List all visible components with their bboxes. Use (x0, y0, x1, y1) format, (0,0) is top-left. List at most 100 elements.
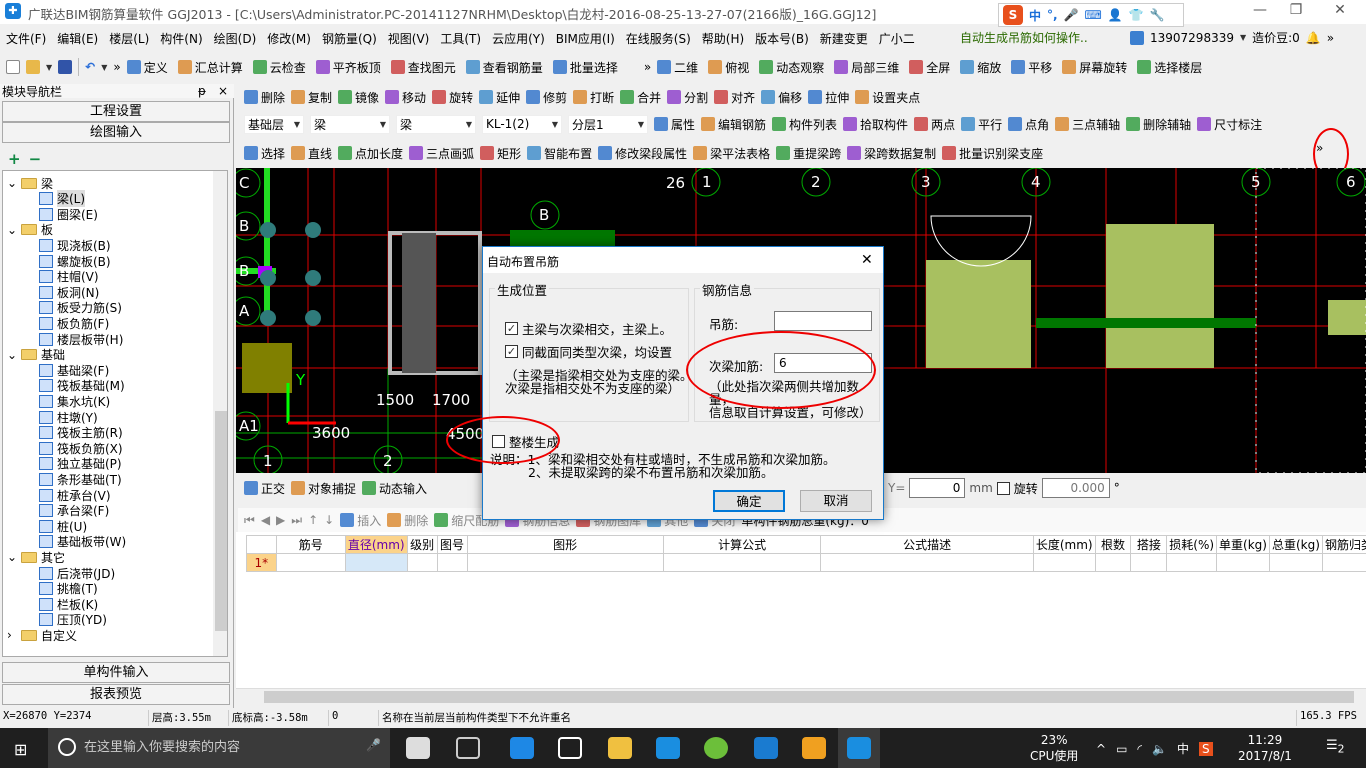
account-number[interactable]: 13907298339 (1150, 31, 1234, 45)
chevron-icon[interactable]: ⌄ (7, 176, 17, 190)
table-cell[interactable] (1166, 553, 1218, 572)
component-button-2[interactable]: 构件列表 (772, 116, 837, 133)
horizontal-scrollbar[interactable] (236, 688, 1366, 704)
app-icon[interactable] (406, 737, 430, 759)
column-header[interactable]: 公式描述 (820, 535, 1034, 554)
tree-item[interactable]: 圈梁(E) (39, 206, 98, 222)
notification-icon[interactable]: ☰2 (1326, 738, 1345, 756)
toolbar1-left-button-2[interactable]: 云检查 (252, 59, 306, 76)
table-cell[interactable] (1216, 553, 1270, 572)
save-icon[interactable] (58, 60, 73, 74)
store-icon[interactable] (558, 737, 582, 759)
overflow-chevron[interactable]: » (644, 60, 651, 74)
toolbar1-left-button-0[interactable]: 定义 (126, 59, 168, 76)
nav-arrow-icon[interactable]: ⏭ (291, 513, 302, 528)
tree-item[interactable]: ⌄ 基础 (7, 347, 65, 363)
tree-item[interactable]: 板洞(N) (39, 284, 99, 300)
tree-item[interactable]: ⌄ 板 (7, 222, 53, 238)
column-header[interactable] (246, 535, 277, 554)
edit-button-9[interactable]: 分割 (667, 89, 708, 106)
edit-button-2[interactable]: 镜像 (338, 89, 379, 106)
column-header[interactable]: 钢筋归类 (1321, 535, 1366, 554)
drawing-input-button[interactable]: 绘图输入 (2, 122, 230, 143)
menu-item-5[interactable]: 修改(M) (267, 30, 311, 47)
menu-item-9[interactable]: 云应用(Y) (492, 30, 545, 47)
layer-combo-4[interactable]: 分层1 ▼ (568, 114, 648, 134)
menu-item-12[interactable]: 帮助(H) (702, 30, 744, 47)
table-cell[interactable] (1321, 553, 1366, 572)
toolbar1-right-button-8[interactable]: 选择楼层 (1137, 59, 1202, 76)
tree-item[interactable]: › 自定义 (7, 627, 77, 643)
menu-item-1[interactable]: 编辑(E) (57, 30, 98, 47)
edit-button-12[interactable]: 拉伸 (808, 89, 849, 106)
tree-item[interactable]: 条形基础(T) (39, 471, 122, 487)
toolbar1-left-button-4[interactable]: 查找图元 (390, 59, 456, 76)
restore-button[interactable]: ❐ (1276, 2, 1316, 22)
toolbar1-right-button-7[interactable]: 屏幕旋转 (1062, 59, 1127, 76)
tree-item[interactable]: 栏板(K) (39, 596, 98, 612)
table-cell[interactable] (275, 553, 346, 572)
menu-item-0[interactable]: 文件(F) (6, 30, 46, 47)
overflow-chevron[interactable]: » (113, 60, 120, 74)
grid-button-0[interactable]: 插入 (340, 512, 381, 529)
draw-button-8[interactable]: 重提梁跨 (776, 145, 841, 162)
edit-button-6[interactable]: 修剪 (526, 89, 567, 106)
edge-icon[interactable] (510, 737, 534, 759)
shirt-icon[interactable]: 👕 (1129, 8, 1144, 22)
nav-arrow-icon[interactable]: ▶ (276, 513, 285, 527)
draw-button-7[interactable]: 梁平法表格 (693, 145, 770, 162)
component-button-6[interactable]: 点角 (1008, 116, 1049, 133)
app-icon[interactable] (802, 737, 826, 759)
collapse-all-icon[interactable]: − (29, 150, 42, 168)
tree-item[interactable]: 后浇带(JD) (39, 565, 115, 581)
column-header[interactable]: 搭接 (1130, 535, 1168, 554)
draw-button-6[interactable]: 修改梁段属性 (598, 145, 687, 162)
microphone-icon[interactable]: 🎤 (366, 738, 381, 752)
menu-item-11[interactable]: 在线服务(S) (626, 30, 691, 47)
help-hint-link[interactable]: 自动生成吊筋如何操作.. (960, 29, 1088, 46)
taskbar-search[interactable]: 在这里输入你要搜索的内容 (48, 728, 390, 768)
draw-button-4[interactable]: 矩形 (480, 145, 521, 162)
edit-button-13[interactable]: 设置夹点 (855, 89, 920, 106)
tree-item[interactable]: 柱帽(V) (39, 269, 99, 285)
tree-item[interactable]: 现浇板(B) (39, 237, 111, 253)
toolbar1-left-button-1[interactable]: 汇总计算 (177, 59, 243, 76)
toolbar1-right-button-6[interactable]: 平移 (1011, 59, 1052, 76)
column-header[interactable]: 直径(mm) (344, 535, 408, 554)
edit-button-10[interactable]: 对齐 (714, 89, 755, 106)
layer-combo-0[interactable]: 基础层 ▼ (244, 114, 304, 134)
menu-item-15[interactable]: 广小二 (879, 30, 915, 47)
report-preview-button[interactable]: 报表预览 (2, 684, 230, 705)
table-cell[interactable] (662, 553, 822, 572)
table-cell[interactable] (820, 553, 1034, 572)
menu-item-6[interactable]: 钢筋量(Q) (322, 30, 377, 47)
grid-button-1[interactable]: 删除 (387, 512, 428, 529)
toolbar1-right-button-0[interactable]: 二维 (657, 59, 698, 76)
tree-item[interactable]: 柱墩(Y) (39, 409, 98, 425)
tree-item[interactable]: 螺旋板(B) (39, 253, 111, 269)
chevron-icon[interactable]: ⌄ (7, 223, 17, 237)
toolbar1-left-button-3[interactable]: 平齐板顶 (315, 59, 381, 76)
toolbar1-right-button-3[interactable]: 局部三维 (834, 59, 899, 76)
wifi-icon[interactable]: ◜ (1137, 742, 1142, 756)
app-icon[interactable] (754, 737, 778, 759)
opt1-row[interactable]: ✓ 主梁与次梁相交，主梁上。 (505, 319, 672, 338)
rotate-input[interactable]: 0.000 (1041, 478, 1110, 498)
user-icon[interactable]: 👤 (1108, 8, 1123, 22)
draw-button-10[interactable]: 批量识别梁支座 (942, 145, 1043, 162)
open-folder-icon[interactable] (26, 60, 40, 74)
menu-item-3[interactable]: 构件(N) (160, 30, 202, 47)
hanger-input[interactable] (774, 311, 872, 331)
tray-chevron-icon[interactable]: ^ (1096, 742, 1106, 756)
table-cell[interactable] (1268, 553, 1323, 572)
close-panel-icon[interactable]: × (218, 84, 228, 98)
column-header[interactable]: 总重(kg) (1268, 535, 1323, 554)
menu-item-2[interactable]: 楼层(L) (109, 30, 149, 47)
table-cell[interactable]: 1* (246, 553, 277, 572)
tree-scrollbar[interactable] (213, 171, 227, 656)
layer-combo-3[interactable]: KL-1(2) ▼ (482, 114, 562, 134)
component-button-0[interactable]: 属性 (654, 116, 695, 133)
toolbar1-right-button-2[interactable]: 动态观察 (759, 59, 824, 76)
tree-item[interactable]: 筏板负筋(X) (39, 440, 123, 456)
cortana-icon[interactable] (58, 738, 76, 756)
